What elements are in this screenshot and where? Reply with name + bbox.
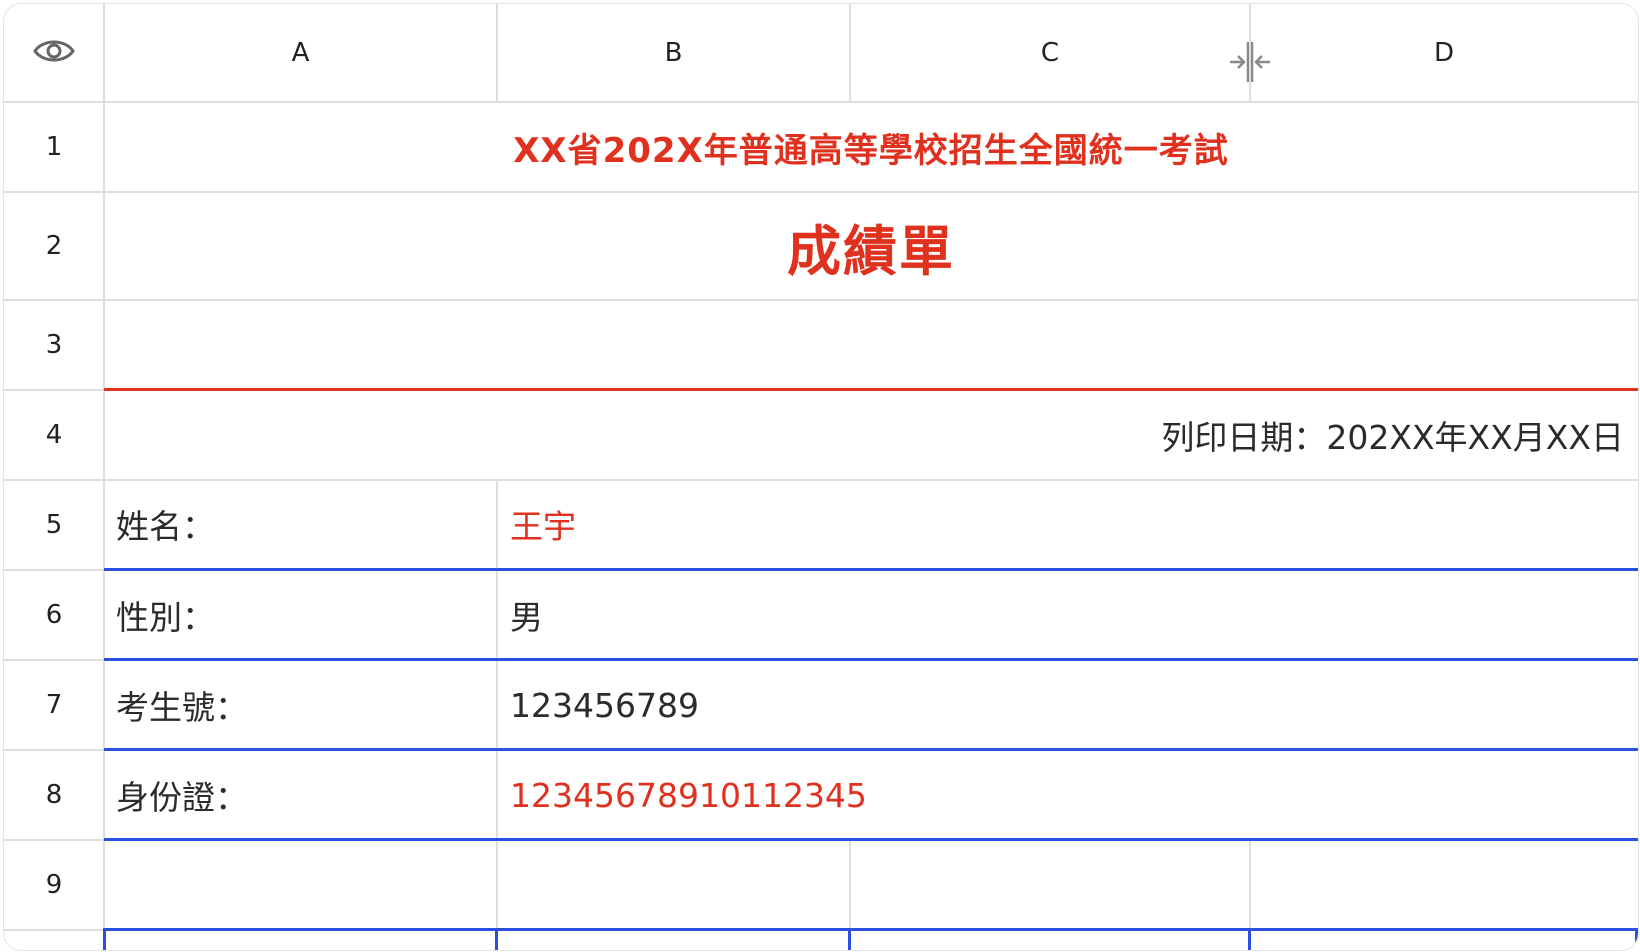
column-header-d[interactable]: D bbox=[1250, 4, 1638, 102]
grid-line bbox=[849, 4, 851, 102]
gender-value-cell[interactable]: 男 bbox=[498, 571, 1638, 659]
exam-number-value-cell[interactable]: 123456789 bbox=[498, 661, 1638, 749]
grid-line bbox=[1249, 4, 1251, 102]
grid-line bbox=[4, 569, 104, 571]
row-header-3[interactable]: 3 bbox=[4, 300, 104, 390]
row-header-8[interactable]: 8 bbox=[4, 750, 104, 840]
exam-title-cell[interactable]: XX省202X年普通高等學校招生全國統一考試 bbox=[104, 102, 1638, 192]
column-header-b[interactable]: B bbox=[497, 4, 850, 102]
empty-cell-c9[interactable] bbox=[851, 841, 1249, 928]
row-header-7[interactable]: 7 bbox=[4, 660, 104, 750]
empty-cell-d9[interactable] bbox=[1251, 841, 1638, 928]
row-header-9[interactable]: 9 bbox=[4, 840, 104, 930]
row-header-1[interactable]: 1 bbox=[4, 102, 104, 192]
name-label-cell[interactable]: 姓名： bbox=[104, 480, 496, 568]
row-header-6[interactable]: 6 bbox=[4, 570, 104, 660]
grid-line bbox=[4, 839, 104, 841]
grid-line bbox=[496, 4, 498, 102]
report-title-cell[interactable]: 成績單 bbox=[104, 192, 1638, 300]
column-header-a[interactable]: A bbox=[104, 4, 497, 102]
grid-line bbox=[4, 929, 104, 931]
exam-number-label-cell[interactable]: 考生號： bbox=[104, 661, 496, 749]
cell-border-blue bbox=[103, 928, 106, 950]
row-header-4[interactable]: 4 bbox=[4, 390, 104, 480]
cell-border-blue bbox=[1635, 928, 1638, 950]
grid-line bbox=[4, 389, 104, 391]
id-value-cell[interactable]: 12345678910112345 bbox=[498, 751, 1638, 839]
row-header-2[interactable]: 2 bbox=[4, 192, 104, 300]
empty-cell-a9[interactable] bbox=[105, 841, 496, 928]
spreadsheet: A B C D 1 2 3 4 5 6 7 8 9 XX省202X年普通高等學校… bbox=[3, 3, 1639, 951]
cell-border-blue bbox=[104, 928, 1638, 931]
column-header-c[interactable]: C bbox=[850, 4, 1250, 102]
grid-line bbox=[4, 659, 104, 661]
gender-label-cell[interactable]: 性別： bbox=[104, 571, 496, 659]
cell-border-blue bbox=[495, 928, 498, 950]
name-value-cell[interactable]: 王宇 bbox=[498, 480, 1638, 568]
select-all-corner[interactable] bbox=[4, 4, 104, 102]
grid-line bbox=[4, 749, 104, 751]
empty-cell-b9[interactable] bbox=[498, 841, 849, 928]
id-label-cell[interactable]: 身份證： bbox=[104, 751, 496, 839]
eye-icon[interactable] bbox=[33, 37, 75, 69]
cell-border-blue bbox=[1248, 928, 1251, 950]
cell-border-blue bbox=[848, 928, 851, 950]
row-header-5[interactable]: 5 bbox=[4, 480, 104, 570]
print-date-cell[interactable]: 列印日期：202XX年XX月XX日 bbox=[104, 391, 1638, 479]
empty-cell-row3[interactable] bbox=[104, 300, 1638, 388]
